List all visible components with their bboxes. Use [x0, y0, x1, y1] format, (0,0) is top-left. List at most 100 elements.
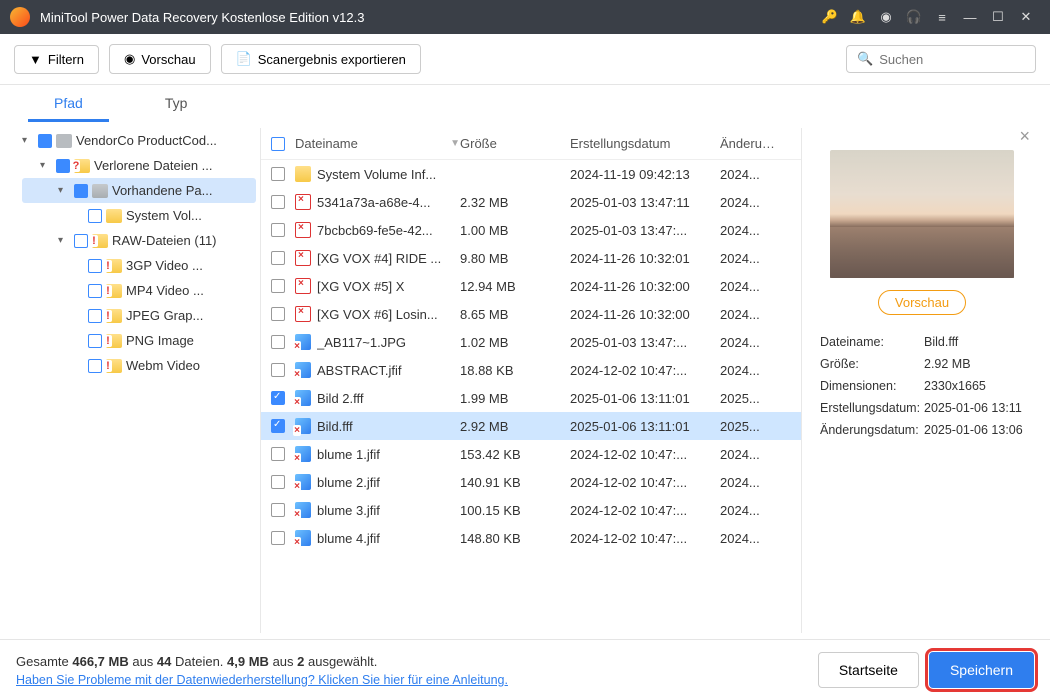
- save-button[interactable]: Speichern: [929, 652, 1034, 688]
- minimize-icon[interactable]: —: [956, 3, 984, 31]
- file-row[interactable]: blume 3.jfif100.15 KB2024-12-02 10:47:..…: [261, 496, 801, 524]
- key-icon[interactable]: 🔑: [816, 3, 844, 31]
- file-name: Bild 2.fff: [317, 391, 460, 406]
- headphones-icon[interactable]: 🎧: [900, 3, 928, 31]
- file-size: 1.99 MB: [460, 391, 570, 406]
- file-row[interactable]: 5341a73a-a68e-4...2.32 MB2025-01-03 13:4…: [261, 188, 801, 216]
- footer: Gesamte 466,7 MB aus 44 Dateien. 4,9 MB …: [0, 639, 1050, 700]
- file-size: 18.88 KB: [460, 363, 570, 378]
- file-row[interactable]: _AB117~1.JPG1.02 MB2025-01-03 13:47:...2…: [261, 328, 801, 356]
- tree-item[interactable]: JPEG Grap...: [22, 303, 256, 328]
- file-icon: [295, 502, 311, 518]
- file-size: 9.80 MB: [460, 251, 570, 266]
- meta-size-value: 2.92 MB: [924, 357, 971, 371]
- file-modified: 2024...: [720, 307, 780, 322]
- file-name: [XG VOX #4] RIDE ...: [317, 251, 460, 266]
- export-button[interactable]: 📄Scanergebnis exportieren: [221, 44, 421, 74]
- row-checkbox[interactable]: [271, 475, 285, 489]
- search-input[interactable]: [879, 52, 1025, 67]
- file-size: 153.42 KB: [460, 447, 570, 462]
- col-modified[interactable]: Änderungs: [720, 136, 780, 151]
- close-icon[interactable]: ✕: [1012, 3, 1040, 31]
- maximize-icon[interactable]: ☐: [984, 3, 1012, 31]
- tree-item[interactable]: MP4 Video ...: [22, 278, 256, 303]
- tree-system-volume[interactable]: System Vol...: [22, 203, 256, 228]
- col-size[interactable]: Größe: [460, 136, 570, 151]
- tree-root[interactable]: ▾VendorCo ProductCod...: [22, 128, 256, 153]
- file-size: 1.00 MB: [460, 223, 570, 238]
- file-name: blume 4.jfif: [317, 531, 460, 546]
- file-row[interactable]: [XG VOX #6] Losin...8.65 MB2024-11-26 10…: [261, 300, 801, 328]
- tree-existing-partition[interactable]: ▾Vorhandene Pa...: [22, 178, 256, 203]
- row-checkbox[interactable]: [271, 447, 285, 461]
- file-row[interactable]: Bild.fff2.92 MB2025-01-06 13:11:012025..…: [261, 412, 801, 440]
- preview-close-icon[interactable]: ×: [1019, 126, 1030, 147]
- file-name: ABSTRACT.jfif: [317, 363, 460, 378]
- search-icon: 🔍: [857, 51, 873, 67]
- footer-help-link[interactable]: Haben Sie Probleme mit der Datenwiederhe…: [16, 673, 508, 687]
- file-created: 2024-12-02 10:47:...: [570, 503, 720, 518]
- row-checkbox[interactable]: [271, 391, 285, 405]
- tree-item[interactable]: PNG Image: [22, 328, 256, 353]
- row-checkbox[interactable]: [271, 167, 285, 181]
- file-row[interactable]: ABSTRACT.jfif18.88 KB2024-12-02 10:47:..…: [261, 356, 801, 384]
- row-checkbox[interactable]: [271, 195, 285, 209]
- file-name: blume 1.jfif: [317, 447, 460, 462]
- row-checkbox[interactable]: [271, 279, 285, 293]
- file-icon: [295, 278, 311, 294]
- row-checkbox[interactable]: [271, 503, 285, 517]
- search-input-wrap[interactable]: 🔍: [846, 45, 1036, 73]
- footer-stats: Gesamte 466,7 MB aus 44 Dateien. 4,9 MB …: [16, 654, 508, 669]
- meta-size-label: Größe:: [820, 357, 924, 371]
- tree-lost-files[interactable]: ▾Verlorene Dateien ...: [22, 153, 256, 178]
- file-size: 8.65 MB: [460, 307, 570, 322]
- menu-icon[interactable]: ≡: [928, 3, 956, 31]
- col-created[interactable]: Erstellungsdatum: [570, 136, 720, 151]
- file-row[interactable]: 7bcbcb69-fe5e-42...1.00 MB2025-01-03 13:…: [261, 216, 801, 244]
- tree-raw-files[interactable]: ▾RAW-Dateien (11): [22, 228, 256, 253]
- file-name: blume 3.jfif: [317, 503, 460, 518]
- file-row[interactable]: System Volume Inf...2024-11-19 09:42:132…: [261, 160, 801, 188]
- file-name: 5341a73a-a68e-4...: [317, 195, 460, 210]
- file-row[interactable]: Bild 2.fff1.99 MB2025-01-06 13:11:012025…: [261, 384, 801, 412]
- tab-type[interactable]: Typ: [139, 85, 214, 122]
- row-checkbox[interactable]: [271, 307, 285, 321]
- filter-button[interactable]: ▼Filtern: [14, 45, 99, 74]
- meta-dimensions-value: 2330x1665: [924, 379, 986, 393]
- tree-item[interactable]: 3GP Video ...: [22, 253, 256, 278]
- bell-icon[interactable]: 🔔: [844, 3, 872, 31]
- preview-panel: × Vorschau Dateiname:Bild.fff Größe:2.92…: [806, 122, 1038, 639]
- file-row[interactable]: blume 1.jfif153.42 KB2024-12-02 10:47:..…: [261, 440, 801, 468]
- file-created: 2025-01-06 13:11:01: [570, 391, 720, 406]
- file-icon: [295, 530, 311, 546]
- file-row[interactable]: blume 4.jfif148.80 KB2024-12-02 10:47:..…: [261, 524, 801, 552]
- file-row[interactable]: [XG VOX #5] X12.94 MB2024-11-26 10:32:00…: [261, 272, 801, 300]
- file-list-header: Dateiname ▼ Größe Erstellungsdatum Änder…: [261, 128, 801, 160]
- file-modified: 2024...: [720, 503, 780, 518]
- tab-path[interactable]: Pfad: [28, 85, 109, 122]
- home-button[interactable]: Startseite: [818, 652, 919, 688]
- file-name: blume 2.jfif: [317, 475, 460, 490]
- file-modified: 2025...: [720, 391, 780, 406]
- disc-icon[interactable]: ◉: [872, 3, 900, 31]
- file-size: 148.80 KB: [460, 531, 570, 546]
- row-checkbox[interactable]: [271, 223, 285, 237]
- row-checkbox[interactable]: [271, 251, 285, 265]
- file-modified: 2024...: [720, 335, 780, 350]
- file-modified: 2024...: [720, 475, 780, 490]
- file-modified: 2024...: [720, 279, 780, 294]
- meta-dimensions-label: Dimensionen:: [820, 379, 924, 393]
- preview-button[interactable]: ◉Vorschau: [109, 44, 211, 74]
- tree-item[interactable]: Webm Video: [22, 353, 256, 378]
- row-checkbox[interactable]: [271, 531, 285, 545]
- col-filename[interactable]: Dateiname ▼: [295, 136, 460, 151]
- header-checkbox[interactable]: [271, 137, 285, 151]
- row-checkbox[interactable]: [271, 335, 285, 349]
- preview-open-button[interactable]: Vorschau: [878, 290, 966, 315]
- file-row[interactable]: [XG VOX #4] RIDE ...9.80 MB2024-11-26 10…: [261, 244, 801, 272]
- file-icon: [295, 194, 311, 210]
- row-checkbox[interactable]: [271, 363, 285, 377]
- file-row[interactable]: blume 2.jfif140.91 KB2024-12-02 10:47:..…: [261, 468, 801, 496]
- file-created: 2024-12-02 10:47:...: [570, 475, 720, 490]
- row-checkbox[interactable]: [271, 419, 285, 433]
